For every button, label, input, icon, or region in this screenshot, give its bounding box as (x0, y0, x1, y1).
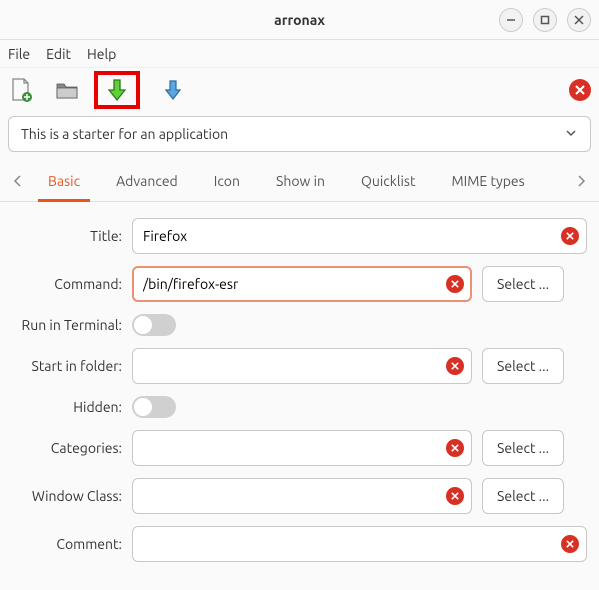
minimize-icon (506, 15, 516, 25)
window-title: arronax (274, 12, 325, 28)
hidden-label: Hidden: (12, 399, 122, 415)
basic-form: Title: Command: Select ... Run in Termin… (0, 202, 599, 590)
close-icon (575, 85, 585, 95)
tab-showin-label: Show in (276, 173, 325, 189)
close-window-button[interactable] (567, 8, 591, 32)
tab-quicklist[interactable]: Quicklist (343, 160, 434, 202)
toolbar (0, 68, 599, 112)
runterminal-toggle[interactable] (132, 314, 176, 336)
tab-basic[interactable]: Basic (30, 160, 98, 202)
close-icon (574, 15, 584, 25)
starter-type-select[interactable]: This is a starter for an application (8, 116, 591, 152)
comment-label: Comment: (12, 536, 122, 552)
windowclass-label: Window Class: (12, 488, 122, 504)
new-file-icon (10, 77, 32, 103)
chevron-down-icon (564, 126, 578, 143)
menu-help[interactable]: Help (87, 46, 116, 62)
windowclass-input[interactable] (132, 478, 472, 514)
save-arrow-blue-icon (165, 79, 181, 101)
titlebar: arronax (0, 0, 599, 40)
close-icon (566, 232, 574, 240)
categories-clear-button[interactable] (446, 439, 464, 457)
save-highlight (94, 71, 140, 109)
maximize-icon (540, 15, 550, 25)
close-icon (451, 362, 459, 370)
new-file-button[interactable] (8, 77, 34, 103)
maximize-button[interactable] (533, 8, 557, 32)
tabs-scroll-right[interactable] (569, 175, 593, 187)
menu-file[interactable]: File (8, 46, 30, 62)
title-clear-button[interactable] (561, 227, 579, 245)
save-as-button[interactable] (160, 77, 186, 103)
command-input[interactable] (132, 266, 472, 302)
chevron-left-icon (13, 175, 23, 187)
chevron-right-icon (576, 175, 586, 187)
save-arrow-green-icon (108, 78, 126, 102)
tab-quicklist-label: Quicklist (361, 173, 416, 189)
startfolder-input[interactable] (132, 348, 472, 384)
tab-mimetypes[interactable]: MIME types (433, 160, 542, 202)
minimize-button[interactable] (499, 8, 523, 32)
tab-advanced-label: Advanced (116, 173, 178, 189)
comment-clear-button[interactable] (561, 535, 579, 553)
close-icon (451, 492, 459, 500)
categories-select-button[interactable]: Select ... (482, 430, 564, 466)
tab-basic-label: Basic (48, 173, 80, 189)
menu-edit[interactable]: Edit (46, 46, 71, 62)
tabs-scroll-left[interactable] (6, 175, 30, 187)
discard-button[interactable] (569, 79, 591, 101)
categories-label: Categories: (12, 440, 122, 456)
tab-icon-label: Icon (214, 173, 240, 189)
command-clear-button[interactable] (446, 275, 464, 293)
tab-mimetypes-label: MIME types (451, 173, 524, 189)
hidden-toggle[interactable] (132, 396, 176, 418)
folder-icon (55, 80, 79, 100)
startfolder-label: Start in folder: (12, 358, 122, 374)
startfolder-clear-button[interactable] (446, 357, 464, 375)
tabbar: Basic Advanced Icon Show in Quicklist MI… (0, 160, 599, 202)
categories-input[interactable] (132, 430, 472, 466)
command-select-button[interactable]: Select ... (482, 266, 564, 302)
windowclass-select-button[interactable]: Select ... (482, 478, 564, 514)
runterminal-label: Run in Terminal: (12, 317, 122, 333)
tab-advanced[interactable]: Advanced (98, 160, 196, 202)
close-icon (451, 444, 459, 452)
comment-input[interactable] (132, 526, 587, 562)
windowclass-clear-button[interactable] (446, 487, 464, 505)
close-icon (566, 540, 574, 548)
title-label: Title: (12, 228, 122, 244)
title-input[interactable] (132, 218, 587, 254)
menubar: File Edit Help (0, 40, 599, 68)
open-folder-button[interactable] (54, 77, 80, 103)
window-controls (499, 8, 591, 32)
save-button[interactable] (104, 77, 130, 103)
tab-icon[interactable]: Icon (196, 160, 258, 202)
startfolder-select-button[interactable]: Select ... (482, 348, 564, 384)
starter-type-label: This is a starter for an application (21, 126, 228, 142)
command-label: Command: (12, 276, 122, 292)
close-icon (451, 280, 459, 288)
tab-showin[interactable]: Show in (258, 160, 343, 202)
